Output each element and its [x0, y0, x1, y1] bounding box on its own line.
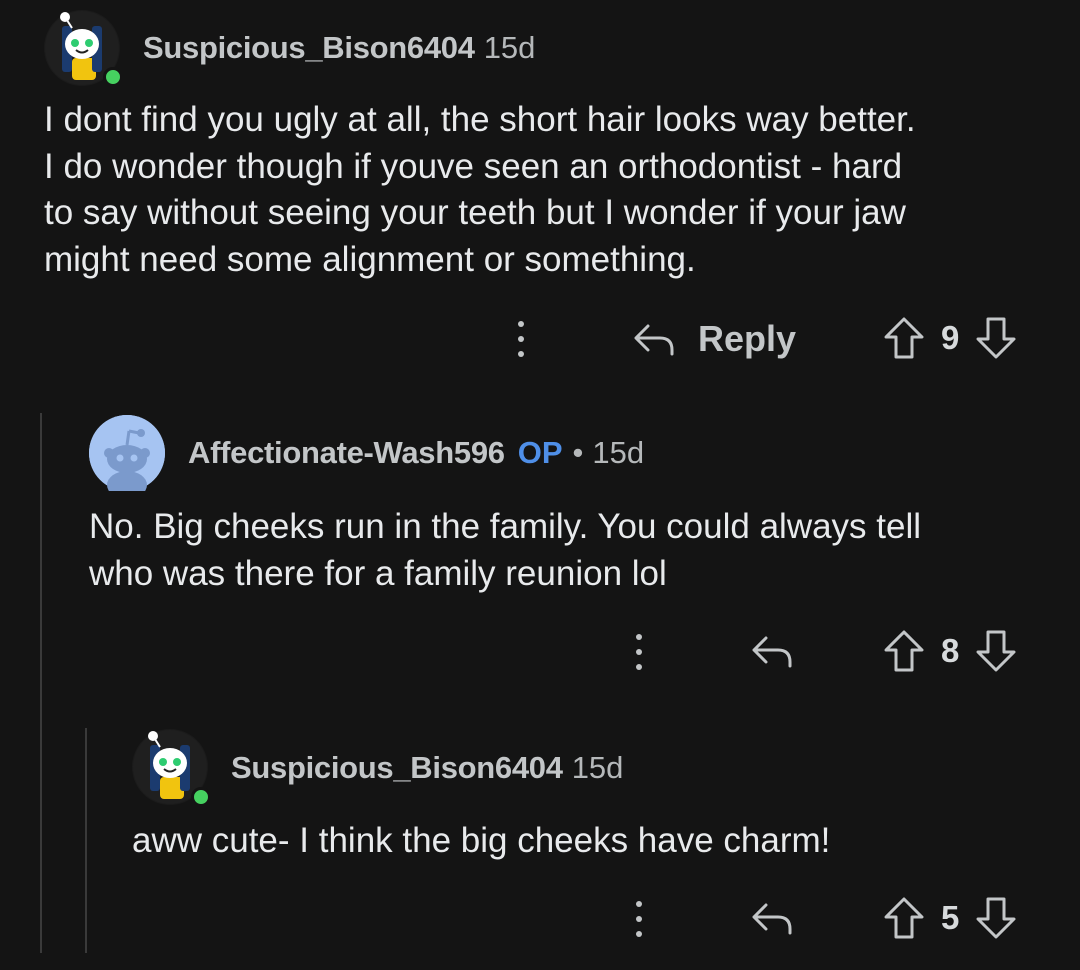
- username[interactable]: Suspicious_Bison6404: [231, 750, 563, 786]
- comment-body-line: aww cute- I think the big cheeks have ch…: [132, 821, 831, 860]
- vote-controls: 5: [883, 896, 1017, 940]
- reply-button[interactable]: [750, 632, 794, 670]
- reply-button[interactable]: Reply: [632, 318, 796, 360]
- reply-arrow-icon: [634, 324, 674, 356]
- username[interactable]: Suspicious_Bison6404: [143, 30, 475, 66]
- user-avatar[interactable]: [89, 415, 165, 491]
- more-options-icon[interactable]: [634, 899, 644, 939]
- separator-dot: •: [572, 435, 584, 470]
- upvote-arrow-icon[interactable]: [883, 896, 925, 940]
- vote-controls: 9: [883, 316, 1017, 360]
- comment-header: Suspicious_Bison6404 15d: [143, 30, 535, 66]
- vote-score: 9: [941, 319, 960, 356]
- comment-body-line: I do wonder though if youve seen an orth…: [44, 146, 903, 186]
- reply-label: Reply: [698, 318, 797, 359]
- reply-arrow-icon: [752, 903, 792, 935]
- comment-age: 15d: [483, 30, 536, 65]
- vote-score: 5: [941, 899, 960, 936]
- reply-button[interactable]: [750, 899, 794, 937]
- comment-header: Affectionate-Wash596 OP • 15d: [188, 435, 644, 471]
- vote-controls: 8: [883, 629, 1017, 673]
- downvote-arrow-icon[interactable]: [975, 896, 1017, 940]
- comment-body-line: might need some alignment or something.: [44, 239, 696, 279]
- downvote-arrow-icon[interactable]: [975, 316, 1017, 360]
- more-options-icon[interactable]: [516, 319, 526, 359]
- online-status-indicator: [191, 787, 211, 807]
- online-status-indicator: [103, 67, 123, 87]
- upvote-arrow-icon[interactable]: [883, 316, 925, 360]
- comment-body-line: to say without seeing your teeth but I w…: [44, 193, 906, 232]
- username[interactable]: Affectionate-Wash596: [188, 435, 505, 471]
- comment-header: Suspicious_Bison6404 15d: [231, 750, 623, 786]
- snoo-avatar-icon: [89, 415, 165, 491]
- comment-body: No. Big cheeks run in the family. You co…: [89, 504, 921, 597]
- comment-age: 15d: [592, 435, 645, 470]
- thread-line-level-1[interactable]: [40, 413, 42, 953]
- reply-arrow-icon: [752, 636, 792, 668]
- downvote-arrow-icon[interactable]: [975, 629, 1017, 673]
- comment-body-line: No. Big cheeks run in the family. You co…: [89, 507, 922, 546]
- more-options-icon[interactable]: [634, 632, 644, 672]
- comment-body: I dont find you ugly at all, the short h…: [44, 97, 916, 283]
- comment-body-line: who was there for a family reunion lol: [89, 553, 667, 593]
- thread-line-level-2[interactable]: [85, 728, 87, 953]
- comment-age: 15d: [571, 750, 624, 785]
- upvote-arrow-icon[interactable]: [883, 629, 925, 673]
- comment-body: aww cute- I think the big cheeks have ch…: [132, 818, 830, 865]
- comment-body-line: I dont find you ugly at all, the short h…: [44, 100, 916, 139]
- op-badge: OP: [517, 435, 563, 470]
- vote-score: 8: [941, 632, 960, 669]
